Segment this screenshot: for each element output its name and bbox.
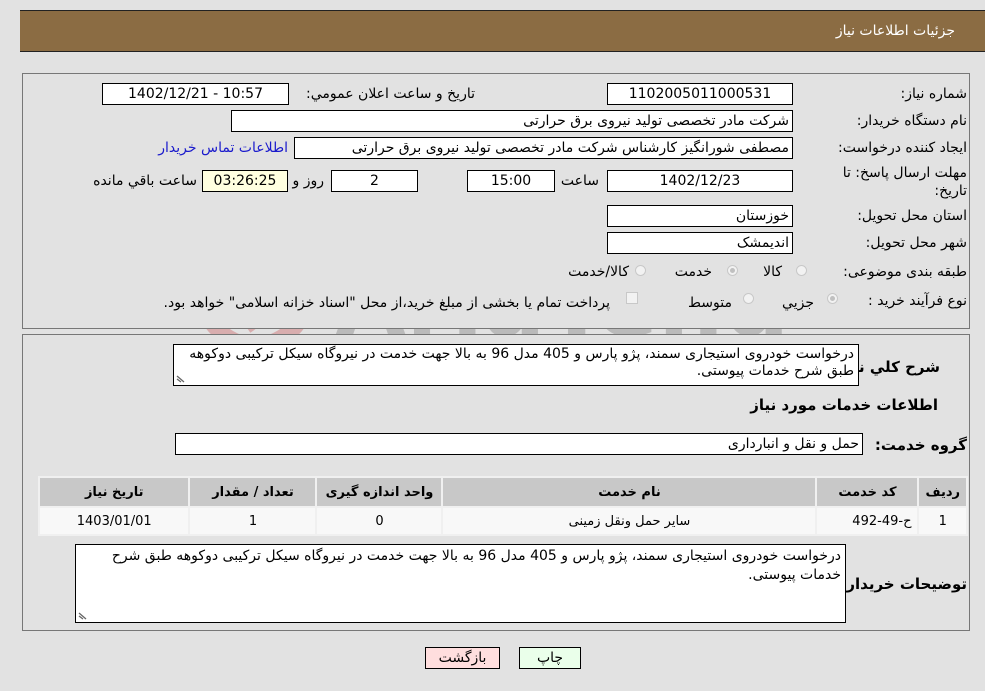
remaining-time-label: ساعت باقي مانده	[93, 173, 197, 189]
cell-unit: 0	[317, 508, 442, 534]
deadline-date-field: 1402/12/23	[607, 170, 793, 192]
services-section-title: اطلاعات خدمات مورد نياز	[750, 396, 938, 414]
process-option-minor: جزيي	[782, 295, 814, 311]
buyer-notes-textarea[interactable]: درخواست خودروی استیجاری سمند، پژو پارس و…	[75, 544, 846, 623]
province-label: استان محل تحویل:	[857, 208, 967, 224]
col-service-name: نام خدمت	[443, 478, 816, 506]
description-text: درخواست خودروی استیجاری سمند، پژو پارس و…	[189, 346, 854, 379]
resize-grip-icon[interactable]	[176, 375, 186, 383]
treasury-checkbox[interactable]	[626, 292, 638, 304]
need-number-label: شماره نیاز:	[900, 86, 968, 102]
category-option-goods: کالا	[763, 264, 782, 280]
process-label: نوع فرآیند خرید :	[868, 293, 967, 309]
cell-quantity: 1	[190, 508, 316, 534]
description-textarea[interactable]: درخواست خودروی استیجاری سمند، پژو پارس و…	[173, 344, 859, 386]
cell-service-code: ح-49-492	[817, 508, 918, 534]
category-radio-goods-service[interactable]	[635, 265, 646, 276]
category-option-service: خدمت	[674, 264, 712, 280]
buyer-org-field: شرکت مادر تخصصی تولید نیروی برق حرارتی	[231, 110, 793, 132]
services-table-wrapper: رديف کد خدمت نام خدمت واحد اندازه گيری ت…	[38, 476, 968, 536]
remaining-time-field: 03:26:25	[202, 170, 288, 192]
cell-need-date: 1403/01/01	[40, 508, 189, 534]
category-radio-service[interactable]	[727, 265, 738, 276]
deadline-label: مهلت ارسال پاسخ: تا	[842, 165, 967, 181]
buyer-contact-link[interactable]: اطلاعات تماس خریدار	[158, 140, 288, 156]
service-group-label: گروه خدمت:	[874, 436, 967, 454]
cell-row-number: 1	[919, 508, 966, 534]
days-label: روز و	[292, 173, 325, 189]
cell-service-name: سایر حمل ونقل زمینی	[443, 508, 816, 534]
category-label: طبقه بندی موضوعی:	[843, 264, 967, 280]
page-header: جزئیات اطلاعات نیاز	[20, 10, 985, 52]
services-table: رديف کد خدمت نام خدمت واحد اندازه گيری ت…	[38, 476, 968, 536]
col-unit: واحد اندازه گيری	[317, 478, 442, 506]
deadline-time-field: 15:00	[467, 170, 555, 192]
province-field: خوزستان	[607, 205, 793, 227]
page-title: جزئیات اطلاعات نیاز	[835, 23, 955, 39]
process-radio-medium[interactable]	[743, 293, 754, 304]
print-button[interactable]: چاپ	[519, 647, 581, 669]
city-field: اندیمشک	[607, 232, 793, 254]
col-service-code: کد خدمت	[817, 478, 918, 506]
category-radio-goods[interactable]	[796, 265, 807, 276]
city-label: شهر محل تحویل:	[865, 235, 967, 251]
col-quantity: تعداد / مقدار	[190, 478, 316, 506]
table-header-row: رديف کد خدمت نام خدمت واحد اندازه گيری ت…	[40, 478, 966, 506]
buyer-notes-label: توضيحات خريدار:	[840, 575, 967, 593]
creator-field: مصطفی شورانگیز کارشناس شرکت مادر تخصصی ت…	[294, 137, 793, 159]
back-button[interactable]: بازگشت	[425, 647, 500, 669]
category-option-goods-service: کالا/خدمت	[568, 264, 629, 280]
resize-grip-icon[interactable]	[78, 612, 88, 620]
process-option-medium: متوسط	[688, 295, 732, 311]
deadline-label-line2: تاریخ:	[934, 183, 967, 199]
buyer-org-label: نام دستگاه خريدار:	[856, 113, 967, 129]
deadline-time-label: ساعت	[560, 173, 599, 189]
treasury-note: پرداخت تمام یا بخشی از مبلغ خرید،از محل …	[163, 295, 610, 311]
announce-date-field: 1402/12/21 - 10:57	[102, 83, 289, 105]
announce-date-label: تاریخ و ساعت اعلان عمومي:	[306, 86, 475, 102]
days-remaining-field: 2	[331, 170, 418, 192]
table-row: 1 ح-49-492 سایر حمل ونقل زمینی 0 1 1403/…	[40, 508, 966, 534]
need-number-field: 1102005011000531	[607, 83, 793, 105]
process-radio-minor[interactable]	[827, 293, 838, 304]
col-row-number: رديف	[919, 478, 966, 506]
col-need-date: تاريخ نياز	[40, 478, 189, 506]
buyer-notes-text: درخواست خودروی استیجاری سمند، پژو پارس و…	[111, 548, 841, 583]
creator-label: ایجاد کننده درخواست:	[838, 140, 967, 156]
service-group-field: حمل و نقل و انبارداری	[175, 433, 863, 455]
